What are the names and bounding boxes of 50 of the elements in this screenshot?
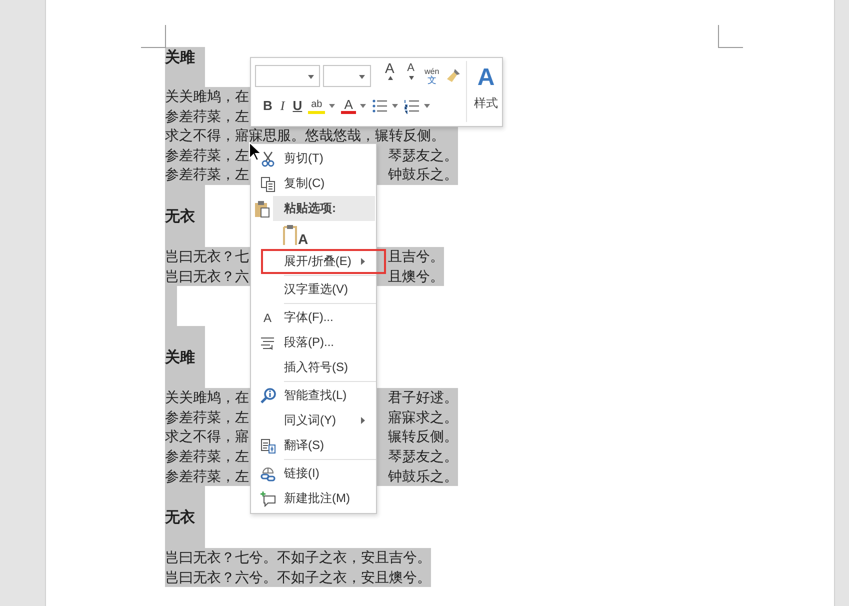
phonetic-guide-button[interactable]: wén 文: [422, 67, 442, 85]
shrink-font-button[interactable]: A: [402, 60, 420, 92]
text-fragment: 参差荇菜，左: [165, 448, 249, 464]
text-fragment: 辗转反侧。: [388, 427, 458, 446]
text-fragment: 且吉兮。: [388, 246, 444, 266]
menu-item[interactable]: 展开/折叠(E): [261, 249, 386, 274]
text-fragment: 岂曰无衣？七: [165, 248, 249, 264]
text-fragment: 钟鼓乐之。: [388, 466, 458, 486]
text-line: 岂曰无衣？七兮。不如子之衣，安且吉兮。: [165, 548, 431, 568]
styles-button[interactable]: A 样式: [470, 65, 502, 126]
menu-item[interactable]: 新建批注(M): [251, 486, 376, 511]
text-fragment: 琴瑟友之。: [388, 446, 458, 466]
text-fragment: 钟鼓乐之。: [388, 165, 458, 184]
font-icon: A: [263, 310, 272, 324]
text-fragment: 关关雎鸠，在: [165, 389, 249, 406]
section-heading: 无衣: [165, 486, 205, 548]
italic-button[interactable]: I: [278, 98, 287, 114]
text-fragment: 参差荇菜，左: [165, 146, 249, 163]
keep-text-only-paste-button[interactable]: A: [283, 224, 308, 246]
menu-item[interactable]: 翻译(S): [251, 433, 376, 458]
text-line: 求之不得，寤寐思服。悠哉悠哉，辗转反侧。: [165, 126, 445, 146]
underline-button[interactable]: U: [290, 98, 304, 114]
text-fragment: 关关雎鸠，在: [165, 88, 249, 104]
text-fragment: 参差荇菜，左: [165, 468, 249, 484]
menu-item[interactable]: 智能查找(L): [251, 383, 376, 408]
menu-item[interactable]: 汉字重选(V): [251, 277, 376, 302]
text-line: 岂曰无衣？六兮。不如子之衣，安且燠兮。: [165, 568, 431, 587]
menu-section-header: 粘贴选项:: [273, 196, 375, 221]
text-fragment: 求之不得，寤: [165, 428, 249, 444]
section-heading: 关雎: [165, 326, 205, 388]
menu-item[interactable]: 链接(I): [251, 461, 376, 486]
text-fragment: 参差荇菜，左: [165, 408, 249, 425]
bold-button[interactable]: B: [261, 98, 274, 114]
highlight-button[interactable]: ab: [308, 98, 326, 114]
text-fragment: 寤寐求之。: [388, 408, 458, 427]
text-fragment: 且燠兮。: [388, 266, 444, 286]
menu-item[interactable]: 段落(P)...: [251, 330, 376, 355]
section-heading: 关雎: [165, 47, 205, 87]
font-color-button[interactable]: A: [341, 98, 356, 114]
menu-item[interactable]: A 字体(F)...: [251, 305, 376, 330]
section-heading: 无衣: [165, 184, 205, 247]
text-fragment: 君子好逑。: [388, 388, 458, 408]
menu-item[interactable]: 同义词(Y): [251, 408, 376, 433]
menu-item[interactable]: 插入符号(S): [251, 355, 376, 380]
text-fragment: 岂曰无衣？六: [165, 268, 249, 284]
text-fragment: 参差荇菜，左: [165, 108, 249, 124]
menu-item[interactable]: 复制(C): [251, 171, 376, 196]
text-fragment: 参差荇菜，左: [165, 166, 249, 182]
text-fragment: 琴瑟友之。: [388, 146, 458, 165]
grow-font-button[interactable]: A: [380, 60, 400, 92]
